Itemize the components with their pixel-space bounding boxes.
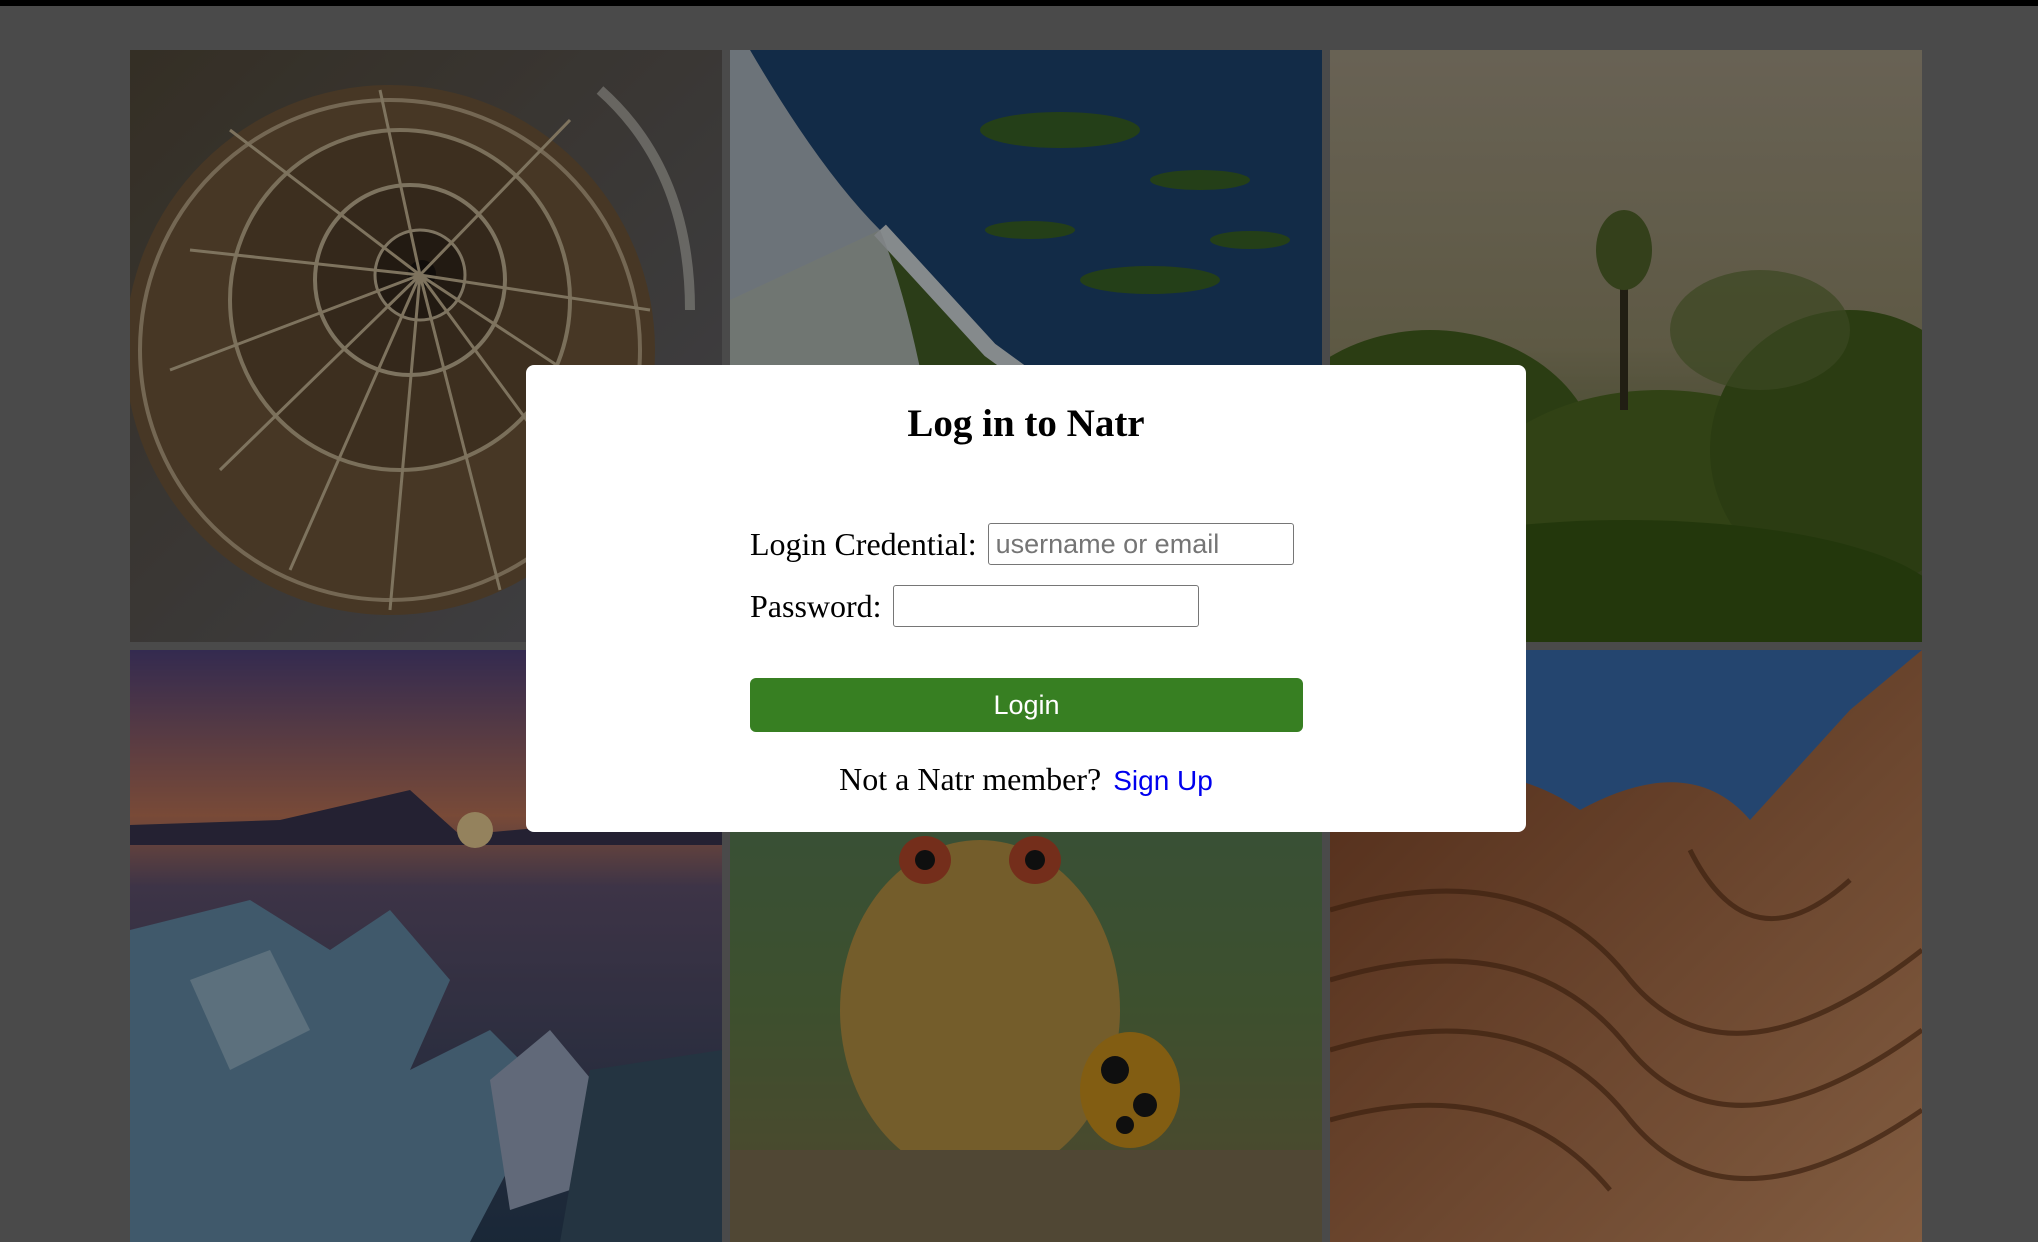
login-title: Log in to Natr — [907, 402, 1145, 445]
password-label: Password: — [750, 587, 882, 624]
login-modal: Log in to Natr Login Credential: Passwor… — [526, 365, 1526, 832]
credential-row: Login Credential: — [750, 523, 1294, 565]
signup-link[interactable]: Sign Up — [1113, 765, 1213, 797]
password-input[interactable] — [892, 585, 1199, 627]
credential-input[interactable] — [987, 523, 1294, 565]
signup-prompt: Not a Natr member? — [839, 761, 1102, 797]
password-row: Password: — [750, 585, 1199, 627]
signup-row: Not a Natr member? Sign Up — [526, 761, 1526, 798]
top-bar — [0, 0, 2038, 6]
credential-label: Login Credential: — [750, 525, 977, 562]
login-button[interactable]: Login — [750, 678, 1303, 732]
